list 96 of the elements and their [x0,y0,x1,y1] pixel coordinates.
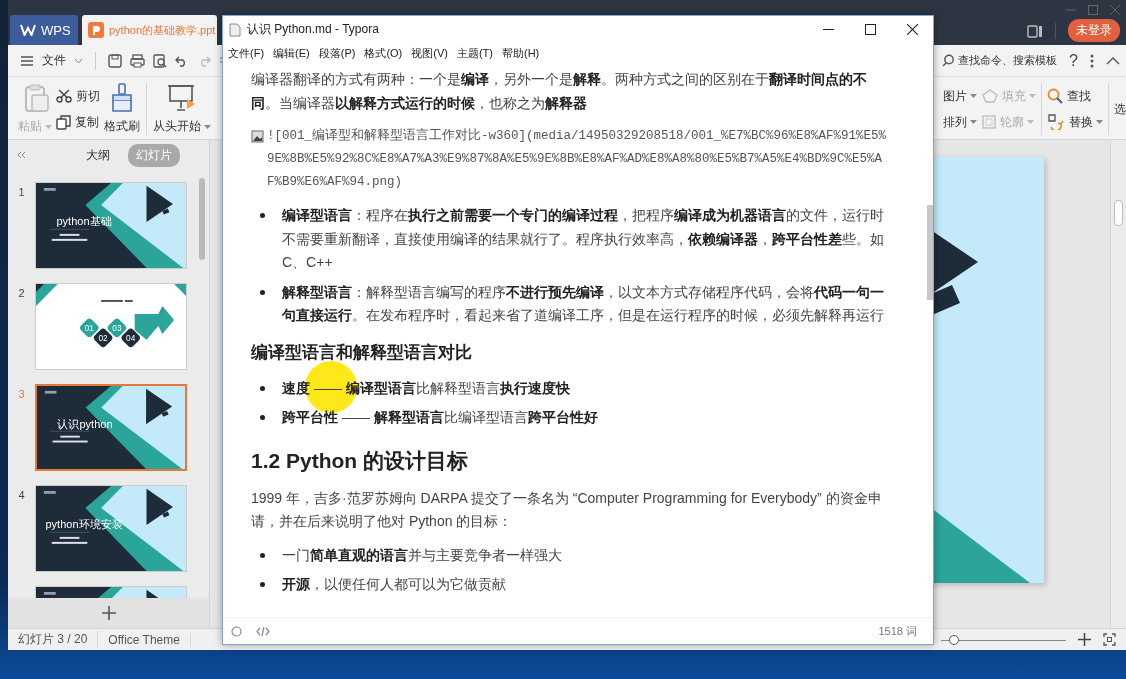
caret-icon [1027,120,1034,124]
bullet-icon [260,552,265,558]
app-icon [229,22,241,37]
menu-item[interactable]: 主题(T) [456,45,493,61]
word-count: 1518 词 [878,623,917,639]
pentagon-icon [982,89,998,103]
step-number: 04 [126,332,136,343]
slide-thumbnail[interactable]: python基础 [35,182,187,269]
list-item: 解释型语言：解释型语言编写的程序不进行预先编译，以文本方式存储程序代码，会将代码一句一句直接运行。在发布程序时，看起来省了道编译工序，但是在运行程序的时候，必须先解释再运行 [282,282,885,325]
preview-icon[interactable] [153,53,167,68]
bullet-icon [260,415,265,420]
list-item: 编译型语言：程序在执行之前需要一个专门的编译过程，把程序编译成为机器语言的文件，运行时不需要重新翻译，直接使用编译的结果就行了。程序执行效率高，依赖编译器，跨平台性差些。如 C、C++ [282,206,885,272]
broken-image-icon [251,130,264,143]
caret-icon [45,124,52,129]
outline-toggle-icon[interactable] [231,625,242,637]
bullet-icon [260,289,265,295]
search-icon [942,54,956,67]
scrollbar-thumb[interactable] [199,178,205,260]
heading: 1.2 Python 的设计目标 [251,447,470,474]
scrollbar-thumb[interactable] [927,205,933,300]
slide-title: python环境安装 [44,517,124,532]
device-icon[interactable] [1027,23,1043,38]
tab[interactable]: WPS [10,15,78,45]
ribbon-button[interactable]: 选 [1114,100,1126,118]
chevron-icon[interactable] [74,57,83,64]
bullet-icon [260,582,265,587]
slide-title: 认识python [56,417,114,432]
ribbon-button[interactable]: 替换 [1047,113,1103,131]
paragraph: 1999 年，吉多·范罗苏姆向 DARPA 提交了一条名为 “Computer Programming for Everybody” 的资金申请，并在后来说明了他对 Python 的目标： [251,488,883,531]
step-number: 03 [112,322,122,333]
copy-icon [56,114,71,130]
list-item: 开源，以便任何人都可以为它做贡献 [282,575,506,594]
screen-play-icon [167,83,197,113]
heading: 编译型语言和解释型语言对比 [251,341,473,364]
list-item: 跨平台性 —— 解释型语言比编译型语言跨平台性好 [282,408,598,427]
save-icon[interactable] [108,53,122,68]
menu-icon[interactable] [20,54,34,67]
caret-icon [970,120,977,124]
collapse-icon[interactable] [16,151,26,159]
caret-icon [970,94,977,98]
ribbon-button[interactable]: 格式刷 [102,83,142,135]
scissors-icon [56,89,72,103]
caret-icon [204,124,211,129]
slide-counter: 幻灯片 3 / 20 [8,631,99,648]
fit-window-icon[interactable] [1103,633,1116,646]
file-menu[interactable]: 文件 [42,52,66,69]
ribbon-button[interactable]: 排列 [943,113,977,131]
zoom-slider[interactable] [941,633,1066,646]
slide-thumbnail[interactable]: 认识python [35,384,187,471]
slide-title: python基础 [55,214,113,229]
square-icon [982,115,996,129]
zoom-in-icon[interactable] [1078,633,1091,646]
bullet-icon [260,213,265,218]
login-button[interactable]: 未登录 [1068,19,1120,42]
slide-thumbnail[interactable]: 01 02 03 04 [35,283,187,370]
collapse-icon[interactable] [1106,56,1120,65]
logo-icon [20,24,36,36]
slide-number: 3 [17,387,26,400]
ribbon-button[interactable]: 复制 [56,113,100,131]
step-number: 01 [84,322,94,333]
caret-icon [1096,120,1103,124]
more-icon[interactable] [1090,53,1094,68]
close-icon[interactable] [906,24,918,35]
list-item: 一门简单直观的语言并与主要竞争者一样强大 [282,545,562,565]
menu-item[interactable]: 文件(F) [228,45,265,61]
menu-item[interactable]: 帮助(H) [502,45,540,61]
search-field[interactable]: 查找命令、搜索模板 [942,53,1058,68]
maximize-icon[interactable] [864,24,876,35]
plus-icon[interactable] [100,605,117,621]
step-number: 02 [98,332,108,343]
help-button[interactable]: ? [1069,51,1078,70]
ribbon-button[interactable]: 查找 [1047,87,1103,105]
document-icon [88,22,104,38]
search-icon [1047,88,1063,104]
ribbon-button[interactable]: 剪切 [56,87,100,105]
scrollbar-thumb[interactable] [1114,200,1123,226]
menu-item[interactable]: 段落(P) [318,45,356,61]
bullet-icon [260,385,265,391]
menu-item[interactable]: 格式(O) [364,45,403,61]
slide-number: 4 [17,488,26,501]
caret-icon [1029,94,1036,98]
menu-item[interactable]: 编辑(E) [273,45,310,61]
slide-thumbnail[interactable]: python环境安装 [35,485,187,572]
image-markdown: ![001_编译型和解释型语言工作对比-w360](media/14950329208518/001_%E7%BC%96%E8%AF%91%E5%9E%8B%E5%92%8C%E8%A7%A3%E9%87%8A%E5%9E%8B%E8%AF%AD%E8%A8%80%E5%B7%A5%E4%BD%9C%E5%AF%B9%E6%AF%94.png) [267,127,888,191]
slide-number: 2 [17,286,26,299]
theme-name: Office Theme [98,632,191,647]
ribbon-button[interactable]: 图片 [943,87,977,105]
slide-number: 1 [17,185,26,198]
panel-tab[interactable]: 大纲 [78,143,118,167]
paragraph: 编译器翻译的方式有两种：一个是编译，另外一个是解释。两种方式之间的区别在于翻译时间点的不同。当编译器以解释方式运行的时候，也称之为解释器 [251,70,868,113]
replace-icon [1047,114,1065,130]
ribbon-button[interactable]: 从头开始 [151,83,213,135]
print-icon[interactable] [130,53,145,68]
menu-item[interactable]: 视图(V) [411,45,448,61]
source-code-icon[interactable] [256,625,270,637]
window-title: 认识 Python.md - Typora [247,21,379,38]
